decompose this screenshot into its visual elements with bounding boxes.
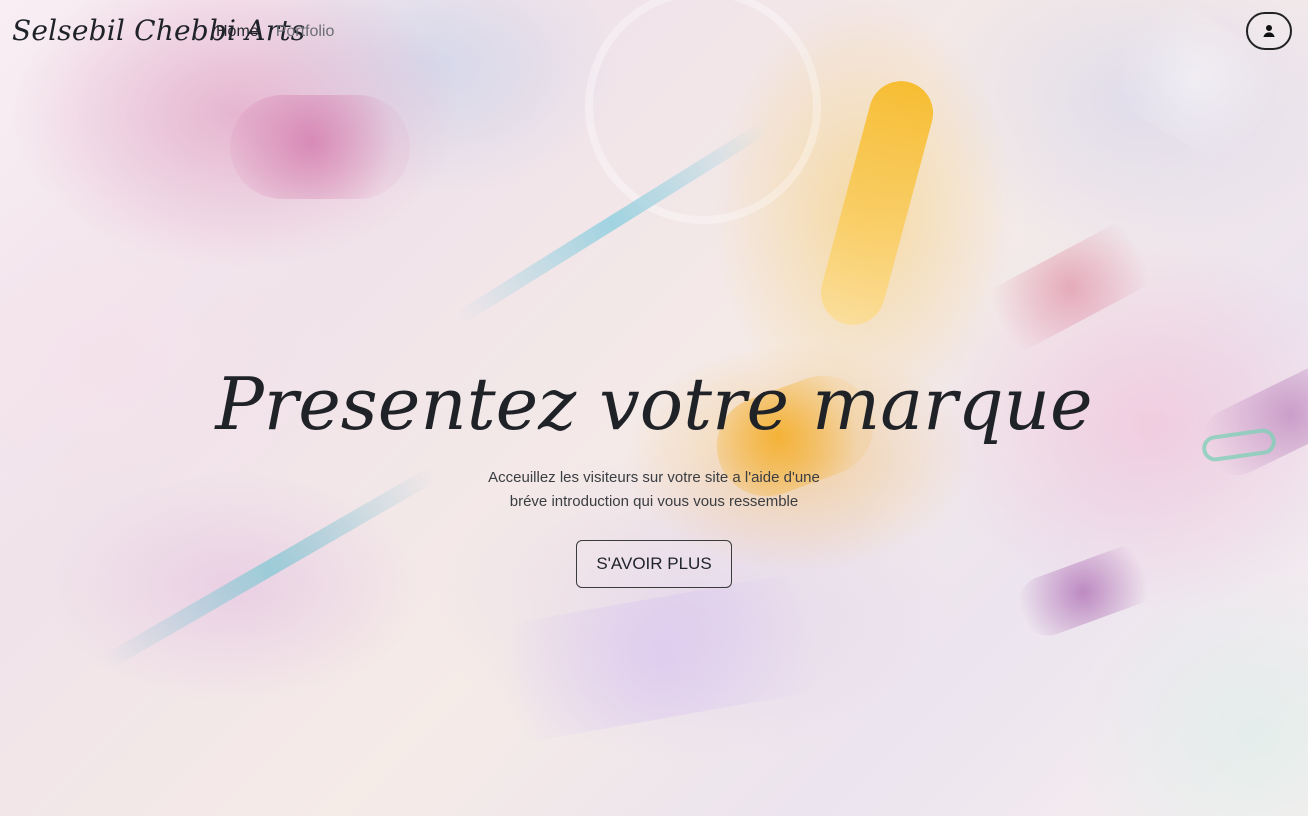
hero-description-line-2: bréve introduction qui vous vous ressemb… (509, 493, 799, 510)
learn-more-button[interactable]: S'AVOIR PLUS (576, 540, 732, 588)
hero-section: Presentez votre marque Acceuillez les vi… (0, 0, 1308, 816)
hero-title: Presentez votre marque (215, 362, 1093, 446)
hero-description: Acceuillez les visiteurs sur votre site … (0, 466, 1308, 514)
hero-description-line-1: Acceuillez les visiteurs sur votre site … (488, 469, 820, 486)
